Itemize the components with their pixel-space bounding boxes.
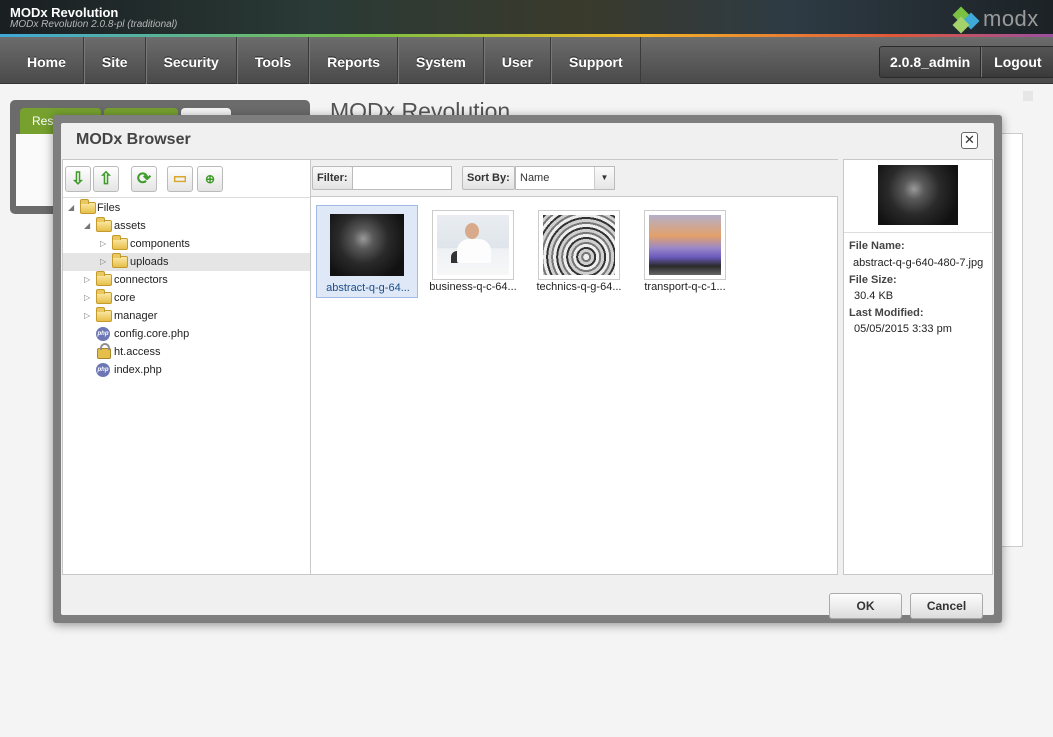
lock-icon [97, 343, 111, 359]
dialog-title: MODx Browser [76, 131, 191, 148]
tree-node-config-core-php[interactable]: php config.core.php [63, 325, 310, 343]
tree-label: components [130, 238, 190, 250]
tree-label: assets [114, 220, 146, 232]
file-thumb[interactable]: business-q-c-64... [422, 205, 524, 298]
folder-icon [96, 217, 112, 232]
nav-user[interactable]: User [483, 37, 551, 84]
tree-label: index.php [114, 364, 162, 376]
folder-icon [112, 235, 128, 250]
file-label: transport-q-c-1... [644, 281, 726, 293]
cancel-button[interactable]: Cancel [910, 593, 983, 619]
collapsed-arrow-icon[interactable]: ▷ [84, 289, 94, 307]
image-thumbnail [330, 214, 404, 276]
preview-image [878, 165, 958, 225]
nav-security[interactable]: Security [145, 37, 237, 84]
tree-label: connectors [114, 274, 168, 286]
modx-logo-icon [952, 6, 981, 34]
tree-label: uploads [130, 256, 169, 268]
tree-node-index-php[interactable]: php index.php [63, 361, 310, 379]
file-name-label: File Name: [849, 240, 905, 252]
file-view-panel: Filter: Sort By: Name ▼ abstract-q-g-64.… [311, 159, 838, 575]
tree-node-uploads[interactable]: ▷ uploads [63, 253, 310, 271]
nav-support[interactable]: Support [551, 37, 641, 84]
tree-node-connectors[interactable]: ▷ connectors [63, 271, 310, 289]
logout-button[interactable]: Logout [981, 47, 1053, 77]
app-subtitle: MODx Revolution 2.0.8-pl (traditional) [10, 19, 178, 30]
username-link[interactable]: 2.0.8_admin [880, 47, 982, 77]
nav-tools[interactable]: Tools [236, 37, 310, 84]
file-size-label: File Size: [849, 274, 897, 286]
close-icon[interactable]: ✕ [961, 132, 978, 149]
arrow-down-icon[interactable]: ⇩ [65, 166, 91, 192]
nav-reports[interactable]: Reports [309, 37, 399, 84]
expanded-arrow-icon[interactable]: ◢ [68, 199, 78, 217]
nav-home[interactable]: Home [10, 37, 84, 84]
collapsed-arrow-icon[interactable]: ▷ [100, 253, 110, 271]
refresh-icon[interactable]: ⟳ [131, 166, 157, 192]
file-label: abstract-q-g-64... [326, 282, 410, 294]
ok-button[interactable]: OK [829, 593, 902, 619]
last-modified-value: 05/05/2015 3:33 pm [854, 323, 952, 335]
expanded-arrow-icon[interactable]: ◢ [84, 217, 94, 235]
user-box: 2.0.8_admin Logout [879, 46, 1053, 78]
folder-icon[interactable]: ▭ [167, 166, 193, 192]
folder-icon [96, 307, 112, 322]
modx-logo[interactable]: modx [952, 6, 1039, 34]
tree-node-manager[interactable]: ▷ manager [63, 307, 310, 325]
modx-browser-dialog: MODx Browser ✕ ⇩ ⇧ ⟳ ▭ ⊕ ◢ Files ◢ asset… [53, 115, 1002, 623]
nav-system[interactable]: System [398, 37, 484, 84]
arrow-up-icon[interactable]: ⇧ [93, 166, 119, 192]
app-header: MODx Revolution MODx Revolution 2.0.8-pl… [0, 0, 1053, 37]
tree-label: config.core.php [114, 328, 190, 340]
chevron-down-icon[interactable]: ▼ [594, 167, 614, 189]
nav-site[interactable]: Site [83, 37, 146, 84]
main-nav: Home Site Security Tools Reports System … [0, 37, 1053, 84]
file-thumb[interactable]: technics-q-g-64... [528, 205, 630, 298]
sort-value: Name [520, 172, 550, 184]
tree-label: manager [114, 310, 158, 322]
tree-node-components[interactable]: ▷ components [63, 235, 310, 253]
tree-node-assets[interactable]: ◢ assets [63, 217, 310, 235]
file-label: technics-q-g-64... [536, 281, 622, 293]
folder-icon [112, 253, 128, 268]
tree-label: Files [97, 202, 121, 214]
tree-node-core[interactable]: ▷ core [63, 289, 310, 307]
file-name-value: abstract-q-g-640-480-7.jpg [853, 257, 984, 269]
tree-toolbar: ⇩ ⇧ ⟳ ▭ ⊕ [63, 160, 310, 198]
file-tree-panel: ⇩ ⇧ ⟳ ▭ ⊕ ◢ Files ◢ assets ▷ components [62, 159, 311, 575]
upload-file-icon[interactable]: ⊕ [197, 166, 223, 192]
file-details-panel: File Name: abstract-q-g-640-480-7.jpg Fi… [843, 159, 993, 575]
filter-label: Filter: [312, 166, 353, 190]
image-thumbnail [437, 215, 509, 275]
last-modified-label: Last Modified: [849, 307, 924, 319]
file-thumb[interactable]: transport-q-c-1... [634, 205, 736, 298]
folder-icon [96, 289, 112, 304]
image-thumbnail [543, 215, 615, 275]
filter-input[interactable] [352, 166, 452, 190]
file-thumb[interactable]: abstract-q-g-64... [316, 205, 418, 298]
php-file-icon: php [96, 327, 110, 341]
collapsed-arrow-icon[interactable]: ▷ [100, 235, 110, 253]
sort-label: Sort By: [462, 166, 515, 190]
folder-icon [96, 271, 112, 286]
folder-icon [80, 199, 96, 214]
panel-tool [1023, 91, 1033, 101]
tree-label: core [114, 292, 136, 304]
view-toolbar: Filter: Sort By: Name ▼ [311, 160, 838, 197]
tree-node-htaccess[interactable]: ht.access [63, 343, 310, 361]
image-thumbnail [649, 215, 721, 275]
php-file-icon: php [96, 363, 110, 377]
logo-text: modx [983, 6, 1039, 31]
sort-select[interactable]: Name ▼ [515, 166, 615, 190]
tree-node-files[interactable]: ◢ Files [63, 199, 310, 217]
collapsed-arrow-icon[interactable]: ▷ [84, 307, 94, 325]
collapsed-arrow-icon[interactable]: ▷ [84, 271, 94, 289]
app-title: MODx Revolution [10, 5, 119, 20]
tree-label: ht.access [114, 346, 161, 358]
file-size-value: 30.4 KB [854, 290, 894, 302]
file-label: business-q-c-64... [429, 281, 517, 293]
